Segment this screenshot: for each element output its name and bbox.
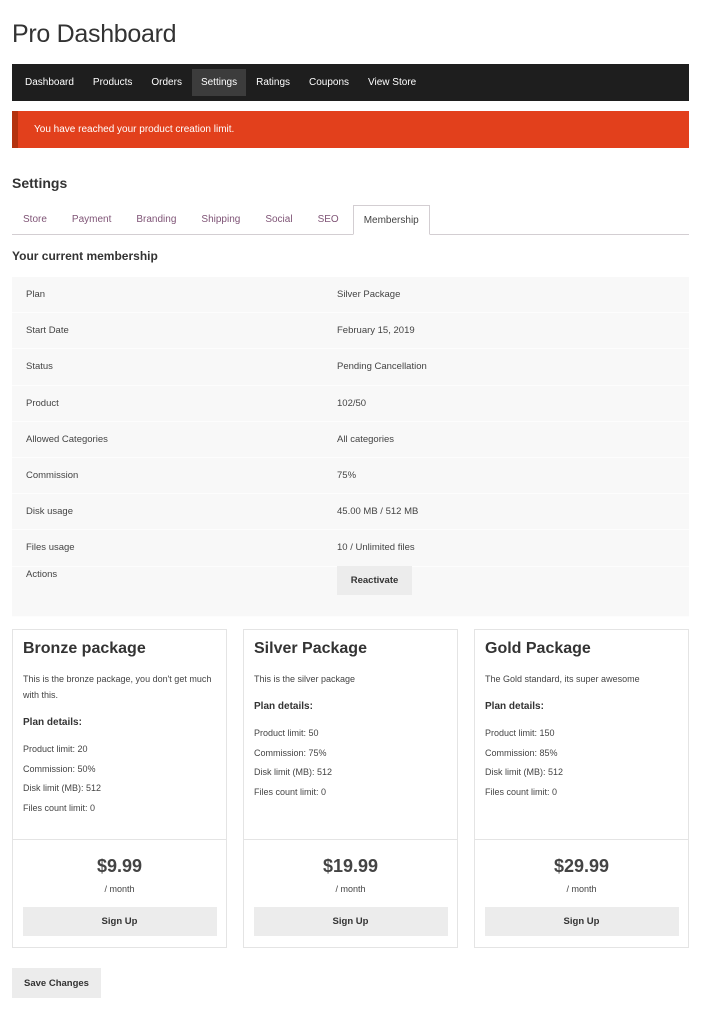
main-navbar: Dashboard Products Orders Settings Ratin… (12, 64, 689, 101)
tab-payment[interactable]: Payment (61, 205, 122, 235)
package-card-bronze: Bronze package This is the bronze packag… (12, 629, 227, 948)
table-row: Disk usage 45.00 MB / 512 MB (12, 494, 689, 531)
nav-item-coupons[interactable]: Coupons (300, 69, 358, 96)
row-label: Start Date (26, 325, 69, 337)
sign-up-button-gold[interactable]: Sign Up (484, 907, 679, 936)
table-row: Allowed Categories All categories (12, 422, 689, 458)
package-pricing: $19.99 / month Sign Up (244, 840, 457, 936)
row-label: Allowed Categories (26, 433, 108, 445)
row-value: Pending Cancellation (337, 361, 427, 373)
nav-item-ratings[interactable]: Ratings (247, 69, 299, 96)
row-value: 102/50 (337, 397, 367, 409)
package-pricing: $9.99 / month Sign Up (13, 840, 226, 936)
nav-item-dashboard[interactable]: Dashboard (16, 69, 83, 96)
plan-detail: Files count limit: 0 (485, 786, 558, 797)
package-details: Gold Package The Gold standard, its supe… (475, 630, 688, 840)
reactivate-button[interactable]: Reactivate (337, 565, 412, 595)
tab-branding[interactable]: Branding (125, 205, 187, 235)
row-value: 75% (337, 470, 357, 482)
table-row-actions: Actions Reactivate (12, 565, 689, 617)
package-price: $9.99 (96, 856, 143, 876)
package-card-silver: Silver Package This is the silver packag… (243, 629, 458, 948)
row-value: All categories (337, 433, 395, 445)
package-pricing: $29.99 / month Sign Up (475, 840, 688, 936)
package-name: Gold Package (485, 640, 591, 657)
settings-title: Settings (12, 175, 68, 191)
row-value: February 15, 2019 (337, 325, 415, 337)
table-row: Start Date February 15, 2019 (12, 313, 689, 350)
membership-table: Plan Silver Package Start Date February … (12, 277, 689, 617)
package-name: Silver Package (254, 640, 367, 657)
plan-detail: Disk limit (MB): 512 (254, 767, 333, 777)
page-title: Pro Dashboard (12, 20, 177, 48)
sign-up-button-silver[interactable]: Sign Up (253, 907, 448, 936)
package-name: Bronze package (23, 640, 146, 657)
plan-detail: Disk limit (MB): 512 (485, 767, 564, 777)
table-row: Status Pending Cancellation (12, 349, 689, 386)
row-value: Reactivate (337, 565, 412, 595)
row-value: Silver Package (337, 289, 401, 301)
membership-title: Your current membership (12, 249, 158, 263)
package-period: / month (335, 884, 366, 894)
row-value: 45.00 MB / 512 MB (337, 506, 419, 518)
table-row: Product 102/50 (12, 386, 689, 422)
tab-social[interactable]: Social (254, 205, 303, 235)
package-period: / month (566, 884, 597, 894)
plan-detail: Commission: 85% (485, 747, 558, 758)
sign-up-button-bronze[interactable]: Sign Up (22, 907, 217, 936)
row-label: Plan (26, 289, 46, 301)
plan-details-title: Plan details: (254, 701, 313, 712)
plan-detail: Commission: 75% (254, 747, 327, 758)
tab-store[interactable]: Store (12, 205, 58, 235)
row-label: Status (26, 361, 53, 373)
row-label: Actions (26, 568, 58, 580)
nav-item-orders[interactable]: Orders (142, 69, 191, 96)
tab-seo[interactable]: SEO (307, 205, 350, 235)
package-description: This is the bronze package, you don't ge… (23, 674, 212, 700)
package-description: The Gold standard, its super awesome (485, 674, 640, 684)
plan-detail: Files count limit: 0 (23, 802, 96, 813)
error-alert: You have reached your product creation l… (12, 111, 689, 148)
package-card-gold: Gold Package The Gold standard, its supe… (474, 629, 689, 948)
plan-detail: Files count limit: 0 (254, 786, 327, 797)
row-value: 10 / Unlimited files (337, 542, 415, 554)
plan-details-title: Plan details: (23, 717, 82, 728)
plan-detail: Product limit: 20 (23, 744, 88, 754)
nav-item-products[interactable]: Products (84, 69, 141, 96)
nav-item-view-store[interactable]: View Store (359, 69, 425, 96)
row-label: Disk usage (26, 506, 73, 518)
settings-tabs: Store Payment Branding Shipping Social S… (12, 205, 689, 235)
table-row: Plan Silver Package (12, 277, 689, 314)
tab-shipping[interactable]: Shipping (190, 205, 251, 235)
package-period: / month (104, 884, 135, 894)
package-details: Bronze package This is the bronze packag… (13, 630, 226, 840)
row-label: Product (26, 397, 59, 409)
package-price: $19.99 (322, 856, 379, 876)
row-label: Commission (26, 470, 79, 482)
tab-membership[interactable]: Membership (352, 205, 430, 235)
table-row: Files usage 10 / Unlimited files (12, 530, 689, 567)
row-label: Files usage (26, 542, 75, 554)
plan-detail: Disk limit (MB): 512 (23, 783, 102, 793)
package-description: This is the silver package (254, 674, 356, 684)
nav-item-settings[interactable]: Settings (191, 69, 247, 96)
plan-detail: Product limit: 50 (254, 728, 319, 738)
package-price: $29.99 (553, 856, 610, 876)
plan-detail: Product limit: 150 (485, 728, 555, 738)
package-list: Bronze package This is the bronze packag… (12, 629, 689, 948)
save-changes-button[interactable]: Save Changes (12, 968, 101, 998)
plan-detail: Commission: 50% (23, 763, 96, 774)
plan-details-title: Plan details: (485, 701, 544, 712)
table-row: Commission 75% (12, 458, 689, 495)
package-details: Silver Package This is the silver packag… (244, 630, 457, 840)
